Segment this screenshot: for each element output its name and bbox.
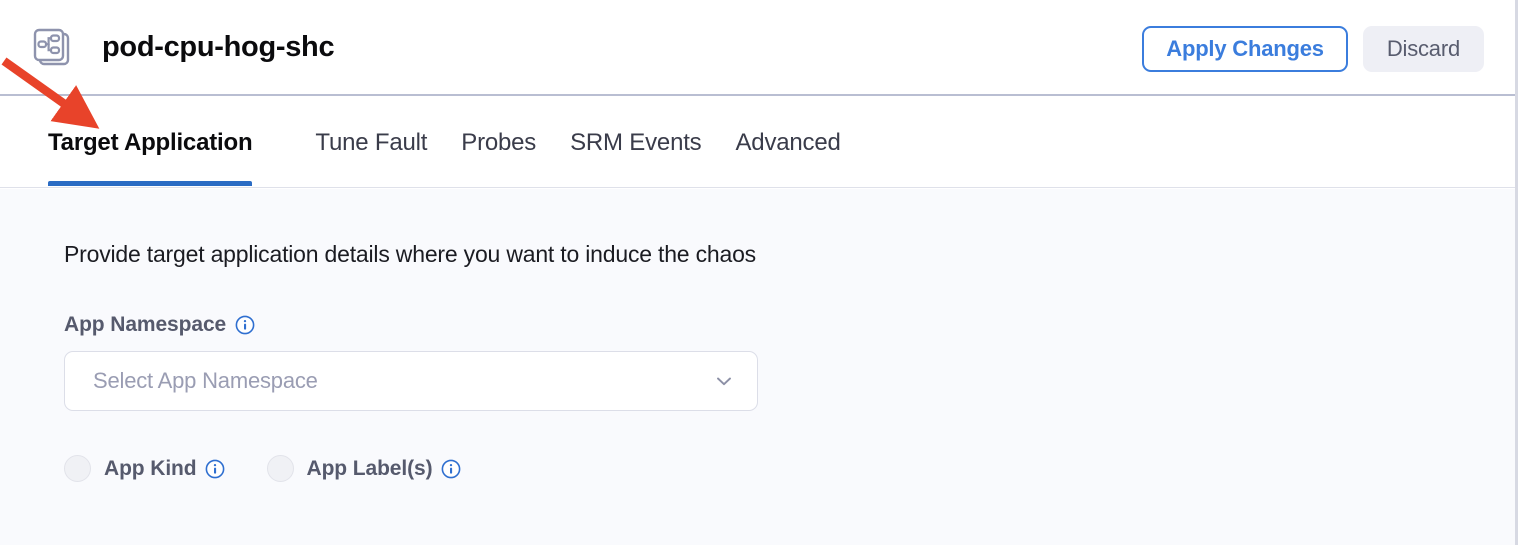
info-icon[interactable] [205,459,225,479]
stacked-workflow-icon [30,24,76,70]
tab-tune-fault[interactable]: Tune Fault [298,98,444,187]
radio-label-app-labels: App Label(s) [307,457,461,481]
radio-button-app-kind[interactable] [64,455,91,482]
app-target-mode-radio-group: App Kind App Label(s) [64,455,1515,482]
app-namespace-select-value: Select App Namespace [93,368,318,393]
tab-label: Tune Fault [315,128,428,156]
radio-option-app-labels[interactable]: App Label(s) [266,455,461,482]
header-identity: pod-cpu-hog-shc [30,24,335,70]
info-icon[interactable] [235,315,255,335]
panel-description: Provide target application details where… [64,241,756,267]
tab-label: Probes [461,128,537,156]
tab-target-application[interactable]: Target Application [48,98,253,187]
tab-advanced[interactable]: Advanced [718,98,857,187]
info-icon[interactable] [441,459,461,479]
radio-label-text: App Kind [104,456,197,480]
radio-option-app-kind[interactable]: App Kind [64,455,225,482]
radio-button-app-labels[interactable] [266,455,294,482]
page-title: pod-cpu-hog-shc [102,30,335,63]
app-root: pod-cpu-hog-shc Apply Changes Discard Ta… [0,0,1518,545]
page-header: pod-cpu-hog-shc Apply Changes Discard [0,0,1515,96]
discard-button[interactable]: Discard [1362,26,1484,72]
tab-label: Advanced [735,128,841,156]
app-namespace-field-group: App Namespace Select App Namespace [64,313,1515,411]
radio-label-text: App Label(s) [306,456,433,480]
chevron-down-icon [713,370,735,392]
app-namespace-label: App Namespace [64,313,1515,337]
app-namespace-label-text: App Namespace [64,313,227,336]
apply-changes-button[interactable]: Apply Changes [1142,26,1348,72]
app-namespace-select[interactable]: Select App Namespace [64,351,758,411]
tab-srm-events[interactable]: SRM Events [553,98,718,187]
radio-label-app-kind: App Kind [104,457,225,481]
tab-bar: Target Application Tune Fault Probes SRM… [0,98,1515,188]
tab-panel-target-application: Provide target application details where… [0,189,1515,545]
tab-probes[interactable]: Probes [444,98,553,187]
tab-label: SRM Events [570,128,702,156]
header-actions: Apply Changes Discard [1142,26,1484,72]
tab-label: Target Application [48,128,253,156]
